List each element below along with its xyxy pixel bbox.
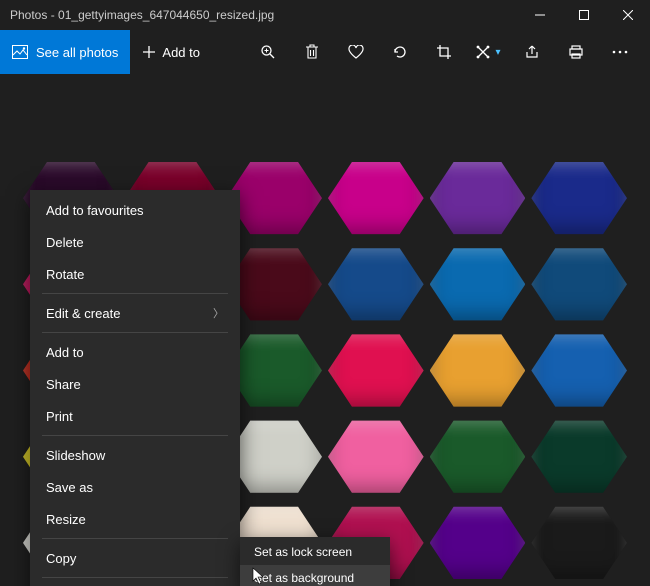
- menu-delete[interactable]: Delete: [30, 226, 240, 258]
- toolbar: See all photos Add to: [0, 30, 650, 74]
- plus-icon: [142, 45, 156, 59]
- see-all-photos-button[interactable]: See all photos: [0, 30, 130, 74]
- menu-edit-create[interactable]: Edit & create〉: [30, 297, 240, 329]
- app-name-text: Photos: [10, 8, 47, 22]
- maximize-button[interactable]: [562, 0, 606, 30]
- menu-slideshow[interactable]: Slideshow: [30, 439, 240, 471]
- menu-resize[interactable]: Resize: [30, 503, 240, 535]
- menu-add-favourites[interactable]: Add to favourites: [30, 194, 240, 226]
- close-button[interactable]: [606, 0, 650, 30]
- rotate-button[interactable]: [378, 30, 422, 74]
- menu-share[interactable]: Share: [30, 368, 240, 400]
- menu-save-as[interactable]: Save as: [30, 471, 240, 503]
- chevron-down-icon: ▾: [495, 47, 500, 58]
- file-name-text: 01_gettyimages_647044650_resized.jpg: [58, 8, 274, 22]
- crop-button[interactable]: [422, 30, 466, 74]
- menu-add-to[interactable]: Add to: [30, 336, 240, 368]
- zoom-button[interactable]: [246, 30, 290, 74]
- submenu-background[interactable]: Set as background: [240, 565, 390, 586]
- tool-icons: ▾: [246, 30, 642, 74]
- set-as-submenu: Set as lock screen Set as background: [240, 537, 390, 586]
- chevron-right-icon: 〉: [213, 305, 224, 321]
- share-button[interactable]: [510, 30, 554, 74]
- menu-print[interactable]: Print: [30, 400, 240, 432]
- menu-copy[interactable]: Copy: [30, 542, 240, 574]
- print-button[interactable]: [554, 30, 598, 74]
- see-all-label: See all photos: [36, 45, 118, 60]
- title-bar: Photos - 01_gettyimages_647044650_resize…: [0, 0, 650, 30]
- photos-icon: [12, 45, 28, 59]
- edit-create-button[interactable]: ▾: [466, 30, 510, 74]
- submenu-lock-screen[interactable]: Set as lock screen: [240, 539, 390, 565]
- add-to-label: Add to: [162, 45, 200, 60]
- context-menu: Add to favourites Delete Rotate Edit & c…: [30, 190, 240, 586]
- minimize-button[interactable]: [518, 0, 562, 30]
- more-button[interactable]: [598, 30, 642, 74]
- menu-open-with[interactable]: Open with: [30, 581, 240, 586]
- app-window: Photos - 01_gettyimages_647044650_resize…: [0, 0, 650, 586]
- delete-button[interactable]: [290, 30, 334, 74]
- favourite-button[interactable]: [334, 30, 378, 74]
- menu-rotate[interactable]: Rotate: [30, 258, 240, 290]
- app-title: Photos - 01_gettyimages_647044650_resize…: [0, 8, 274, 22]
- add-to-button[interactable]: Add to: [130, 30, 212, 74]
